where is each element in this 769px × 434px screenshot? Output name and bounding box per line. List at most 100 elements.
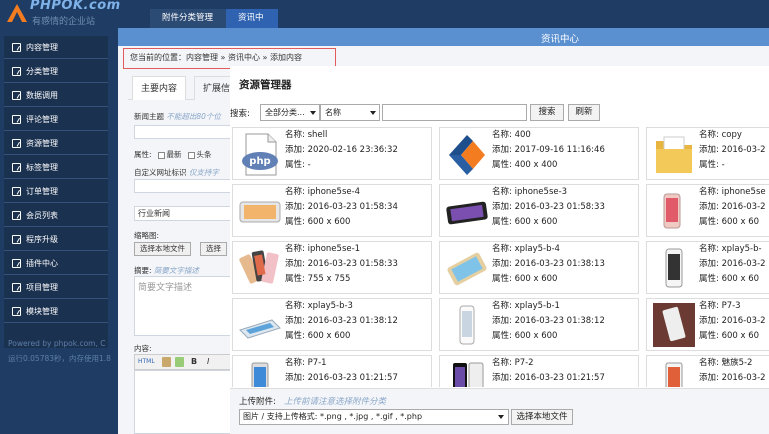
dialog-title: 资源管理器 <box>239 79 292 91</box>
thumb-local-file-button[interactable]: 选择本地文件 <box>134 242 191 256</box>
resource-attr: 400 x 400 <box>514 160 558 170</box>
sidebar-item-tags[interactable]: 标签管理 <box>4 156 108 179</box>
checkbox-headline[interactable] <box>187 151 195 159</box>
resource-attr: 600 x 600 <box>514 217 558 227</box>
sidebar-menu: 内容管理 分类管理 数据调用 评论管理 资源管理 标签管理 订单管理 会员列表 … <box>4 36 108 348</box>
resource-added: 2016-03-23 01:38:12 <box>307 316 398 326</box>
url-field-label: 自定义网址标识 仅支持字 <box>134 168 219 177</box>
keyword-input[interactable] <box>382 104 527 121</box>
sidebar-item-orders[interactable]: 订单管理 <box>4 180 108 203</box>
select-local-file-button[interactable]: 选择本地文件 <box>511 409 573 425</box>
resource-attr: 600 x 60 <box>721 217 760 227</box>
top-bar: PHPOK.com 有感情的企业站 附件分类管理 资讯中心 <box>0 0 769 42</box>
resource-card[interactable]: 名称: xplay5-b-4 添加: 2016-03-23 01:38:13 属… <box>439 241 639 294</box>
chevron-down-icon <box>498 415 504 419</box>
edit-icon <box>12 259 21 268</box>
resource-card[interactable]: 名称: xplay5-b- 添加: 2016-03-2 属性: 600 x 60 <box>646 241 769 294</box>
url-input[interactable] <box>134 179 234 193</box>
sidebar-item-upgrade[interactable]: 程序升级 <box>4 228 108 251</box>
resource-added: 2020-02-16 23:36:32 <box>307 145 398 155</box>
resource-card[interactable]: 名称: xplay5-b-3 添加: 2016-03-23 01:38:12 属… <box>232 298 432 351</box>
category-select[interactable]: 行业新闻 <box>134 206 234 221</box>
attributes-row: 属性: 最新 头条 <box>134 150 212 159</box>
sidebar-item-resources[interactable]: 资源管理 <box>4 132 108 155</box>
phone-meizu-icon <box>665 362 683 387</box>
resource-card[interactable]: php 名称: shell 添加: 2020-02-16 23:36:32 属性… <box>232 127 432 180</box>
tab-main-content[interactable]: 主要内容 <box>132 76 187 100</box>
sidebar: 内容管理 分类管理 数据调用 评论管理 资源管理 标签管理 订单管理 会员列表 … <box>0 28 118 434</box>
thumb-select-button[interactable]: 选择 <box>200 242 227 256</box>
resource-name: P7-3 <box>721 301 741 311</box>
resource-added: 2016-03-23 01:21:57 <box>514 373 605 383</box>
content-editor-area[interactable] <box>134 370 234 434</box>
resource-name: P7-1 <box>307 358 327 368</box>
refresh-button[interactable]: 刷新 <box>568 104 600 121</box>
nav-news-center[interactable]: 资讯中心 <box>226 9 278 42</box>
upload-hint: 上传前请注意选择附件分类 <box>283 397 386 407</box>
resource-added: 2016-03-23 01:21:57 <box>307 373 398 383</box>
resource-name: shell <box>307 130 328 140</box>
image-insert-icon[interactable] <box>162 357 171 367</box>
chevron-down-icon <box>370 111 376 115</box>
edit-icon <box>12 187 21 196</box>
resource-name: 400 <box>514 130 531 140</box>
resource-attr: - <box>721 160 725 170</box>
field-select[interactable]: 名称 <box>320 104 380 121</box>
resource-card[interactable]: 名称: 魅族5-2 添加: 2016-03-2 属性: <box>646 355 769 387</box>
attachment-icon[interactable] <box>175 357 184 367</box>
edit-icon <box>12 43 21 52</box>
search-button[interactable]: 搜索 <box>530 104 564 121</box>
phone-white-icon <box>459 305 475 345</box>
resource-card[interactable]: 名称: P7-2 添加: 2016-03-23 01:21:57 属性: <box>439 355 639 387</box>
phone-gold-icon <box>447 252 487 286</box>
resource-card[interactable]: 名称: iphone5se-3 添加: 2016-03-23 01:58:33 … <box>439 184 639 237</box>
resource-name: xplay5-b- <box>721 244 762 254</box>
resource-added: 2016-03-23 01:58:33 <box>307 259 398 269</box>
resource-card[interactable]: 名称: iphone5se-4 添加: 2016-03-23 01:58:34 … <box>232 184 432 237</box>
sidebar-item-plugins[interactable]: 插件中心 <box>4 252 108 275</box>
resource-added: 2016-03-23 01:38:12 <box>514 316 605 326</box>
sidebar-item-members[interactable]: 会员列表 <box>4 204 108 227</box>
bold-button[interactable]: B <box>191 357 197 366</box>
resource-card[interactable]: 名称: P7-1 添加: 2016-03-23 01:21:57 属性: <box>232 355 432 387</box>
resource-name: xplay5-b-1 <box>514 301 560 311</box>
resource-card[interactable]: 名称: 400 添加: 2017-09-16 11:16:46 属性: 400 … <box>439 127 639 180</box>
sidebar-item-projects[interactable]: 项目管理 <box>4 276 108 299</box>
resource-card[interactable]: 名称: P7-3 添加: 2016-03-2 属性: 600 x 60 <box>646 298 769 351</box>
resource-added: 2016-03-2 <box>721 373 766 383</box>
resource-added: 2016-03-23 01:58:33 <box>514 202 605 212</box>
upload-type-select[interactable]: 图片 / 支持上传格式: *.png , *.jpg , *.gif , *.p… <box>239 409 509 425</box>
checkbox-new[interactable] <box>157 151 165 159</box>
resource-grid: php 名称: shell 添加: 2020-02-16 23:36:32 属性… <box>230 125 769 387</box>
resource-card[interactable]: 名称: copy 添加: 2016-03-2 属性: - <box>646 127 769 180</box>
edit-icon <box>12 283 21 292</box>
search-label: 搜索: <box>230 109 250 119</box>
sidebar-item-data-call[interactable]: 数据调用 <box>4 84 108 107</box>
phone-lying-icon <box>239 201 281 223</box>
edit-icon <box>12 211 21 220</box>
logo-mark-icon <box>7 4 27 22</box>
sidebar-item-category[interactable]: 分类管理 <box>4 60 108 83</box>
resource-card[interactable]: 名称: iphone5se 添加: 2016-03-2 属性: 600 x 60 <box>646 184 769 237</box>
sidebar-item-content[interactable]: 内容管理 <box>4 36 108 59</box>
italic-button[interactable]: I <box>207 357 209 366</box>
title-input[interactable] <box>134 125 234 139</box>
page-title: 资讯中心 <box>541 34 580 45</box>
phone-blue-icon <box>251 362 269 387</box>
resource-name: iphone5se <box>721 187 766 197</box>
footer-powered: Powered by phpok.com, C <box>8 339 106 348</box>
nav-attachment-categories[interactable]: 附件分类管理 <box>150 9 226 28</box>
resource-card[interactable]: 名称: xplay5-b-1 添加: 2016-03-23 01:38:12 属… <box>439 298 639 351</box>
sidebar-item-comments[interactable]: 评论管理 <box>4 108 108 131</box>
resource-card[interactable]: 名称: iphone5se-1 添加: 2016-03-23 01:58:33 … <box>232 241 432 294</box>
phone-flat-icon <box>239 319 281 339</box>
category-filter-select[interactable]: 全部分类... <box>260 104 320 121</box>
resource-added: 2016-03-2 <box>721 202 766 212</box>
resource-attr: - <box>307 160 311 170</box>
html-source-button[interactable]: HTML <box>138 358 155 365</box>
sidebar-item-modules[interactable]: 模块管理 <box>4 300 108 323</box>
resource-name: iphone5se-4 <box>307 187 361 197</box>
phpok-logo-icon <box>449 135 485 175</box>
summary-textarea[interactable]: 简要文字描述 <box>134 276 234 336</box>
edit-icon <box>12 91 21 100</box>
